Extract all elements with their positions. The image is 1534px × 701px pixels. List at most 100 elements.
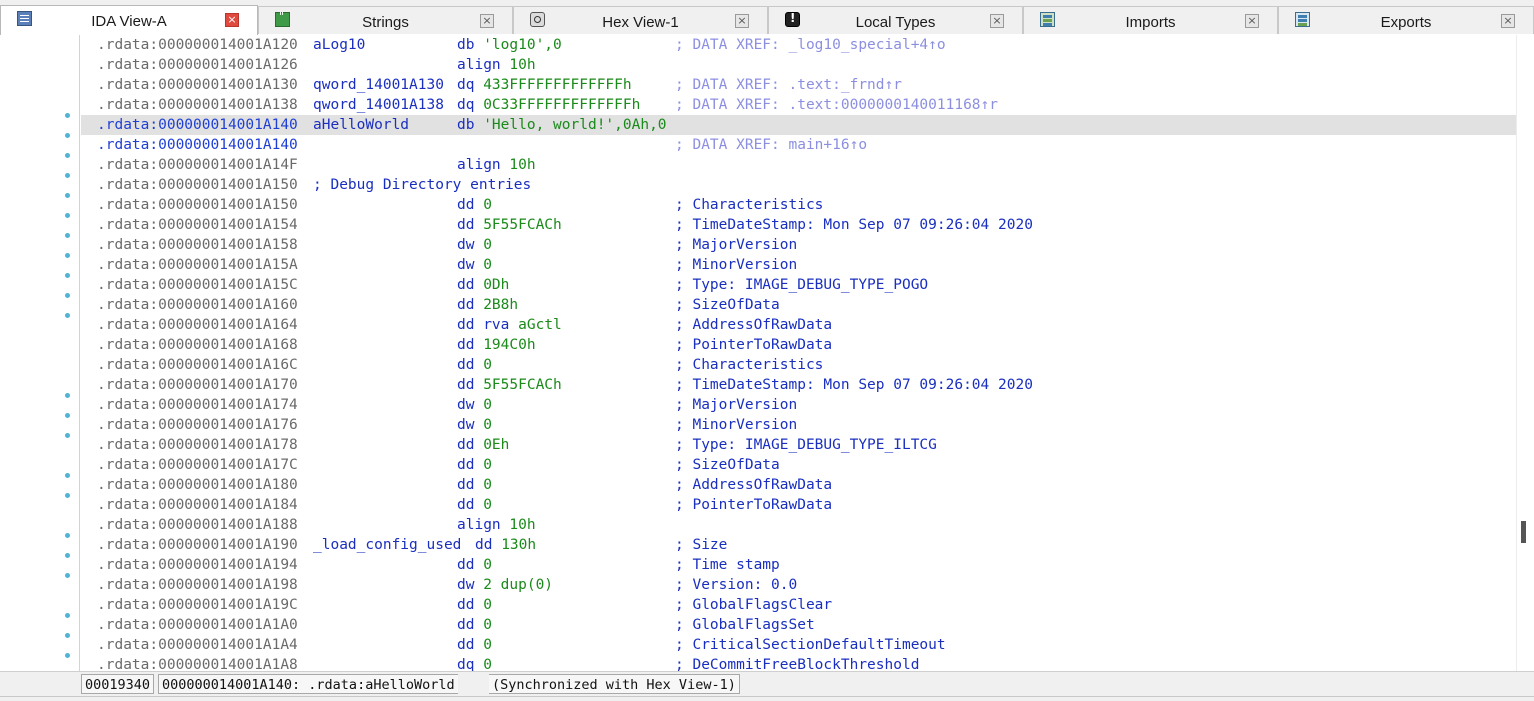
row-address[interactable]: .rdata:000000014001A138 — [97, 95, 298, 115]
row-label[interactable]: qword_14001A138 — [313, 95, 444, 115]
row-operand[interactable]: 2B8h — [483, 297, 518, 313]
row-operand[interactable]: 0 — [483, 417, 492, 433]
tab-strings[interactable]: Strings × — [258, 6, 513, 34]
row-operand[interactable]: 0Dh — [483, 277, 509, 293]
tab-ida-view-a[interactable]: IDA View-A × — [0, 5, 258, 35]
row-instruction[interactable]: dw 0 — [457, 395, 492, 415]
row-address[interactable]: .rdata:000000014001A130 — [97, 75, 298, 95]
row-operand[interactable]: 0 — [483, 637, 492, 653]
row-address[interactable]: .rdata:000000014001A1A4 — [97, 635, 298, 655]
row-instruction[interactable]: dd 0 — [457, 635, 492, 655]
row-operand[interactable]: 194C0h — [483, 337, 535, 353]
row-instruction[interactable]: dd 0 — [457, 195, 492, 215]
row-instruction[interactable]: dd 130h — [475, 535, 536, 555]
row-operand[interactable]: 0 — [483, 257, 492, 273]
listing-row[interactable]: .rdata:000000014001A190 _load_config_used… — [81, 535, 1516, 555]
listing-row[interactable]: .rdata:000000014001A160 dd 2B8h ; SizeOfDa… — [81, 295, 1516, 315]
listing-row[interactable]: .rdata:000000014001A1A8 dq 0 ; DeCommitFre… — [81, 655, 1516, 671]
row-instruction[interactable]: dw 0 — [457, 255, 492, 275]
row-instruction[interactable]: dd 0 — [457, 455, 492, 475]
listing-row[interactable]: .rdata:000000014001A1A4 dd 0 ; CriticalSec… — [81, 635, 1516, 655]
row-operand[interactable]: 10h — [509, 517, 535, 533]
listing-row[interactable]: .rdata:000000014001A170 dd 5F55FCACh ; Tim… — [81, 375, 1516, 395]
row-instruction[interactable]: dd 0Eh — [457, 435, 509, 455]
row-instruction[interactable]: dd rva aGctl — [457, 315, 562, 335]
row-instruction[interactable]: dd 0 — [457, 475, 492, 495]
listing-row[interactable]: .rdata:000000014001A194 dd 0 ; Time stamp — [81, 555, 1516, 575]
listing-row[interactable]: .rdata:000000014001A19C dd 0 ; GlobalFlags… — [81, 595, 1516, 615]
row-address[interactable]: .rdata:000000014001A19C — [97, 595, 298, 615]
row-instruction[interactable]: dd 5F55FCACh — [457, 215, 562, 235]
row-address[interactable]: .rdata:000000014001A194 — [97, 555, 298, 575]
row-address[interactable]: .rdata:000000014001A150 — [97, 195, 298, 215]
row-label[interactable]: _load_config_used — [313, 535, 461, 555]
listing-row[interactable]: .rdata:000000014001A17C dd 0 ; SizeOfData — [81, 455, 1516, 475]
row-operand[interactable]: 10h — [509, 57, 535, 73]
close-icon[interactable]: × — [735, 14, 749, 28]
row-address[interactable]: .rdata:000000014001A160 — [97, 295, 298, 315]
listing-row[interactable]: .rdata:000000014001A174 dw 0 ; MajorVersio… — [81, 395, 1516, 415]
listing-row[interactable]: .rdata:000000014001A140 ; DATA XREF: main… — [81, 135, 1516, 155]
row-address[interactable]: .rdata:000000014001A158 — [97, 235, 298, 255]
row-xref-comment[interactable]: ; DATA XREF: .text:0000000140011168↑r — [675, 95, 998, 115]
row-instruction[interactable]: dd 0 — [457, 595, 492, 615]
row-operand[interactable]: 5F55FCACh — [483, 377, 562, 393]
row-address[interactable]: .rdata:000000014001A17C — [97, 455, 298, 475]
listing-row[interactable]: .rdata:000000014001A198 dw 2 dup(0) ; Vers… — [81, 575, 1516, 595]
listing-row[interactable]: .rdata:000000014001A164 dd rva aGctl ; Add… — [81, 315, 1516, 335]
row-address[interactable]: .rdata:000000014001A164 — [97, 315, 298, 335]
row-instruction[interactable]: dd 0 — [457, 355, 492, 375]
row-operand[interactable]: 0 — [483, 557, 492, 573]
disassembly-view[interactable]: .rdata:000000014001A120 aLog10 db 'log10',… — [0, 35, 1516, 671]
row-label[interactable]: aHelloWorld — [313, 115, 409, 135]
tab-local-types[interactable]: Local Types × — [768, 6, 1023, 34]
listing-row[interactable]: .rdata:000000014001A176 dw 0 ; MinorVersio… — [81, 415, 1516, 435]
row-address[interactable]: .rdata:000000014001A198 — [97, 575, 298, 595]
row-address[interactable]: .rdata:000000014001A174 — [97, 395, 298, 415]
arrows-gutter[interactable] — [0, 35, 80, 671]
row-address[interactable]: .rdata:000000014001A154 — [97, 215, 298, 235]
row-operand[interactable]: 0 — [483, 237, 492, 253]
row-instruction[interactable]: dq 433FFFFFFFFFFFFFh — [457, 75, 632, 95]
row-operand[interactable]: 0 — [483, 477, 492, 493]
listing-row[interactable]: .rdata:000000014001A150 dd 0 ; Characteris… — [81, 195, 1516, 215]
row-instruction[interactable]: dd 0 — [457, 495, 492, 515]
listing-row[interactable]: .rdata:000000014001A184 dd 0 ; PointerToRa… — [81, 495, 1516, 515]
row-instruction[interactable]: db 'Hello, world!',0Ah,0 — [457, 115, 667, 135]
row-instruction[interactable]: dd 0 — [457, 555, 492, 575]
row-address[interactable]: .rdata:000000014001A16C — [97, 355, 298, 375]
row-address[interactable]: .rdata:000000014001A15A — [97, 255, 298, 275]
listing-row[interactable]: .rdata:000000014001A140 aHelloWorld db 'He… — [81, 115, 1516, 135]
close-icon[interactable]: × — [225, 13, 239, 27]
row-instruction[interactable]: dd 5F55FCACh — [457, 375, 562, 395]
row-xref-comment[interactable]: ; DATA XREF: .text:_frnd↑r — [675, 75, 902, 95]
row-address[interactable]: .rdata:000000014001A120 — [97, 35, 298, 55]
listing-row[interactable]: .rdata:000000014001A1A0 dd 0 ; GlobalFlags… — [81, 615, 1516, 635]
row-address[interactable]: .rdata:000000014001A140 — [97, 115, 298, 135]
listing-row[interactable]: .rdata:000000014001A138 qword_14001A138 dq… — [81, 95, 1516, 115]
listing-row[interactable]: .rdata:000000014001A130 qword_14001A130 dq… — [81, 75, 1516, 95]
listing-row[interactable]: .rdata:000000014001A15A dw 0 ; MinorVersio… — [81, 255, 1516, 275]
listing-row[interactable]: .rdata:000000014001A168 dd 194C0h ; Pointe… — [81, 335, 1516, 355]
tab-imports[interactable]: Imports × — [1023, 6, 1278, 34]
row-operand[interactable]: 'Hello, world!',0Ah,0 — [483, 117, 666, 133]
row-instruction[interactable]: align 10h — [457, 515, 536, 535]
row-instruction[interactable]: align 10h — [457, 155, 536, 175]
row-label[interactable]: qword_14001A130 — [313, 75, 444, 95]
row-operand[interactable]: 0C33FFFFFFFFFFFFFh — [483, 97, 640, 113]
row-address[interactable]: .rdata:000000014001A180 — [97, 475, 298, 495]
row-address[interactable]: .rdata:000000014001A1A0 — [97, 615, 298, 635]
listing-row[interactable]: .rdata:000000014001A150 ; Debug Directory… — [81, 175, 1516, 195]
listing-row[interactable]: .rdata:000000014001A14F align 10h — [81, 155, 1516, 175]
row-address[interactable]: .rdata:000000014001A176 — [97, 415, 298, 435]
row-instruction[interactable]: dq 0 — [457, 655, 492, 671]
close-icon[interactable]: × — [1501, 14, 1515, 28]
listing-row[interactable]: .rdata:000000014001A154 dd 5F55FCACh ; Tim… — [81, 215, 1516, 235]
row-address[interactable]: .rdata:000000014001A190 — [97, 535, 298, 555]
close-icon[interactable]: × — [990, 14, 1004, 28]
listing-row[interactable]: .rdata:000000014001A188 align 10h — [81, 515, 1516, 535]
row-instruction[interactable]: dw 2 dup(0) — [457, 575, 553, 595]
row-operand[interactable]: 0Eh — [483, 437, 509, 453]
tab-hex-view-1[interactable]: Hex View-1 × — [513, 6, 768, 34]
row-operand[interactable]: 0 — [483, 457, 492, 473]
